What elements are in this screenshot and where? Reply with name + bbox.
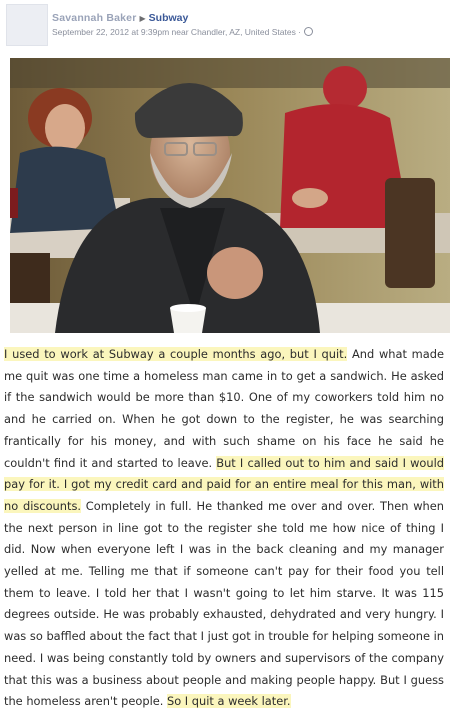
story-text: I used to work at Subway a couple months… — [4, 344, 444, 713]
post-photo[interactable] — [10, 58, 450, 333]
post-meta: September 22, 2012 at 9:39pm near Chandl… — [52, 27, 314, 37]
globe-icon — [304, 27, 314, 36]
highlighted-text: I used to work at Subway a couple months… — [4, 347, 348, 361]
highlighted-text: So I quit a week later. — [166, 694, 291, 709]
place-link[interactable]: Subway — [149, 12, 189, 24]
author-name-link[interactable]: Savannah Baker — [52, 12, 137, 24]
story-segment: Completely in full. He thanked me over a… — [4, 498, 444, 709]
homeless-man-photo — [10, 58, 450, 333]
profile-avatar[interactable] — [6, 4, 48, 46]
story-segment: And what made me quit was one time a hom… — [4, 347, 444, 470]
author-line: Savannah Baker ▶ Subway — [52, 12, 188, 24]
arrow-right-icon: ▶ — [139, 14, 146, 23]
post-header: Savannah Baker ▶ Subway September 22, 2012… — [0, 0, 450, 52]
timestamp-location[interactable]: September 22, 2012 at 9:39pm near Chandl… — [52, 27, 301, 37]
